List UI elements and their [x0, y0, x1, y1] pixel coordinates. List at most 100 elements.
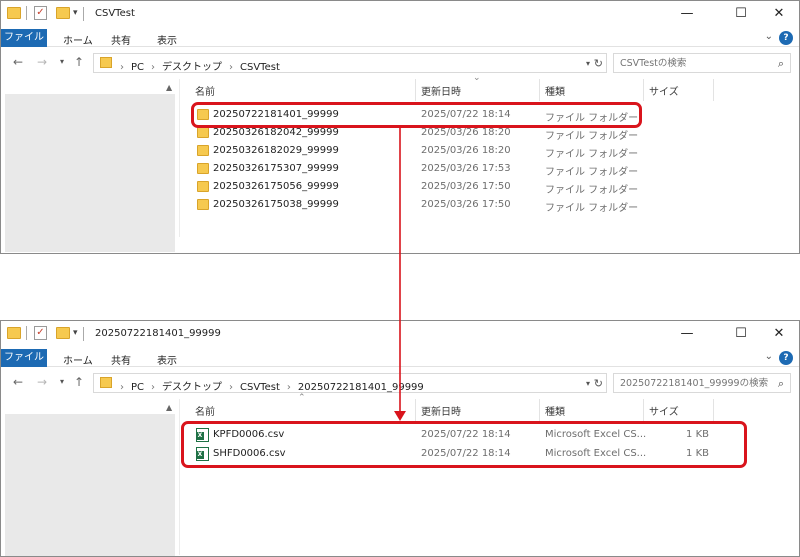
new-folder-icon[interactable] [56, 7, 70, 19]
cell-name: 20250326182029_99999 [213, 145, 339, 156]
cell-name: 20250326175307_99999 [213, 163, 339, 174]
search-input[interactable] [620, 57, 770, 70]
search-input[interactable] [620, 377, 770, 390]
tab-view[interactable]: 表示 [157, 32, 177, 47]
folder-icon [100, 377, 112, 388]
scroll-up-icon[interactable]: ▲ [166, 403, 172, 412]
cell-date: 2025/03/26 17:50 [421, 181, 511, 192]
navigation-pane[interactable] [5, 94, 175, 252]
maximize-icon[interactable]: ☐ [723, 321, 759, 347]
window-title: CSVTest [95, 8, 135, 19]
expand-ribbon-icon[interactable]: ⌄ [765, 31, 773, 42]
column-divider [539, 399, 540, 421]
cell-date: 2025/03/26 18:20 [421, 127, 511, 138]
breadcrumb-separator: › [151, 382, 156, 393]
cell-name: 20250326182042_99999 [213, 127, 339, 138]
address-bar[interactable]: › PC › デスクトップ › CSVTest › 20250722181401_99999 ▾… [93, 373, 607, 393]
column-header-name[interactable]: 名前 [195, 83, 215, 98]
quick-access-dropdown-icon[interactable]: ▾ [73, 328, 78, 338]
search-box[interactable]: ⌕ [613, 53, 791, 73]
address-dropdown-icon[interactable]: ▾ [586, 59, 590, 68]
cell-date: 2025/03/26 17:50 [421, 199, 511, 210]
navigation-pane[interactable] [5, 414, 175, 556]
cell-date: 2025/03/26 18:20 [421, 145, 511, 156]
tab-file[interactable]: ファイル [1, 349, 47, 367]
breadcrumb-separator: › [120, 382, 124, 393]
forward-arrow-icon[interactable]: → [37, 55, 47, 69]
list-item[interactable]: 20250326182029_99999 2025/03/26 18:20 ファイル… [193, 143, 638, 160]
folder-icon [197, 127, 209, 138]
column-header-date[interactable]: 更新日時 [421, 403, 461, 418]
column-header-size[interactable]: サイズ [649, 83, 679, 98]
title-bar: ✓ ▾ 20250722181401_99999 — ☐ ✕ [1, 321, 799, 349]
recent-locations-icon[interactable]: ▾ [60, 57, 64, 66]
sort-indicator-icon: ⌄ [473, 73, 481, 83]
breadcrumb-item[interactable]: デスクトップ [162, 382, 222, 393]
breadcrumb-item[interactable]: デスクトップ [162, 62, 222, 73]
column-header-name[interactable]: 名前 [195, 403, 215, 418]
minimize-icon[interactable]: — [669, 321, 705, 347]
search-icon[interactable]: ⌕ [778, 377, 784, 391]
maximize-icon[interactable]: ☐ [723, 1, 759, 27]
column-header-type[interactable]: 種類 [545, 403, 565, 418]
folder-icon [197, 163, 209, 174]
window-title: 20250722181401_99999 [95, 328, 221, 339]
refresh-icon[interactable]: ↻ [594, 377, 603, 390]
address-bar[interactable]: › PC › デスクトップ › CSVTest ▾ ↻ [93, 53, 607, 73]
breadcrumb-item[interactable]: CSVTest [240, 382, 280, 393]
column-header-date[interactable]: 更新日時 [421, 83, 461, 98]
column-header-type[interactable]: 種類 [545, 83, 565, 98]
help-icon[interactable]: ? [779, 351, 793, 365]
cell-type: ファイル フォルダー [545, 185, 639, 196]
cell-type: ファイル フォルダー [545, 167, 639, 178]
tab-file[interactable]: ファイル [1, 29, 47, 47]
scroll-up-icon[interactable]: ▲ [166, 83, 172, 92]
column-divider [415, 79, 416, 101]
new-folder-icon[interactable] [56, 327, 70, 339]
toolbar-divider [26, 6, 27, 20]
back-arrow-icon[interactable]: ← [13, 55, 23, 69]
column-header-size[interactable]: サイズ [649, 403, 679, 418]
address-dropdown-icon[interactable]: ▾ [586, 379, 590, 388]
list-item[interactable]: 20250326175307_99999 2025/03/26 17:53 ファイル… [193, 161, 638, 178]
tab-share[interactable]: 共有 [111, 352, 131, 367]
quick-access-dropdown-icon[interactable]: ▾ [73, 8, 78, 18]
column-divider [643, 79, 644, 101]
forward-arrow-icon[interactable]: → [37, 375, 47, 389]
search-icon[interactable]: ⌕ [778, 57, 784, 71]
navigation-bar: ← → ▾ ↑ › PC › デスクトップ › CSVTest ▾ ↻ ⌕ [1, 48, 799, 76]
expand-ribbon-icon[interactable]: ⌄ [765, 351, 773, 362]
close-icon[interactable]: ✕ [761, 321, 797, 347]
help-icon[interactable]: ? [779, 31, 793, 45]
list-item[interactable]: 20250326175038_99999 2025/03/26 17:50 ファイル… [193, 197, 638, 214]
list-item[interactable]: 20250326175056_99999 2025/03/26 17:50 ファイル… [193, 179, 638, 196]
breadcrumb: › PC › デスクトップ › CSVTest [120, 58, 280, 73]
breadcrumb-separator: › [229, 62, 234, 73]
refresh-icon[interactable]: ↻ [594, 57, 603, 70]
minimize-icon[interactable]: — [669, 1, 705, 27]
breadcrumb-separator: › [120, 62, 124, 73]
up-arrow-icon[interactable]: ↑ [74, 375, 84, 389]
tab-home[interactable]: ホーム [63, 352, 93, 367]
breadcrumb-separator: › [151, 62, 156, 73]
tab-home[interactable]: ホーム [63, 32, 93, 47]
recent-locations-icon[interactable]: ▾ [60, 377, 64, 386]
tab-share[interactable]: 共有 [111, 32, 131, 47]
back-arrow-icon[interactable]: ← [13, 375, 23, 389]
cell-type: ファイル フォルダー [545, 203, 639, 214]
close-icon[interactable]: ✕ [761, 1, 797, 27]
breadcrumb-item[interactable]: PC [131, 62, 144, 73]
tab-view[interactable]: 表示 [157, 352, 177, 367]
folder-icon [7, 7, 21, 19]
breadcrumb-item[interactable]: 20250722181401_99999 [298, 382, 424, 393]
properties-icon[interactable]: ✓ [34, 326, 47, 340]
explorer-window-subfolder: ✓ ▾ 20250722181401_99999 — ☐ ✕ ファイル ホーム 共有 表示 ⌄? ← →… [0, 320, 800, 557]
sort-indicator-icon: ⌃ [298, 393, 306, 403]
up-arrow-icon[interactable]: ↑ [74, 55, 84, 69]
search-box[interactable]: ⌕ [613, 373, 791, 393]
properties-icon[interactable]: ✓ [34, 6, 47, 20]
column-divider [415, 399, 416, 421]
breadcrumb-item[interactable]: PC [131, 382, 144, 393]
breadcrumb-item[interactable]: CSVTest [240, 62, 280, 73]
pane-divider [179, 79, 180, 237]
